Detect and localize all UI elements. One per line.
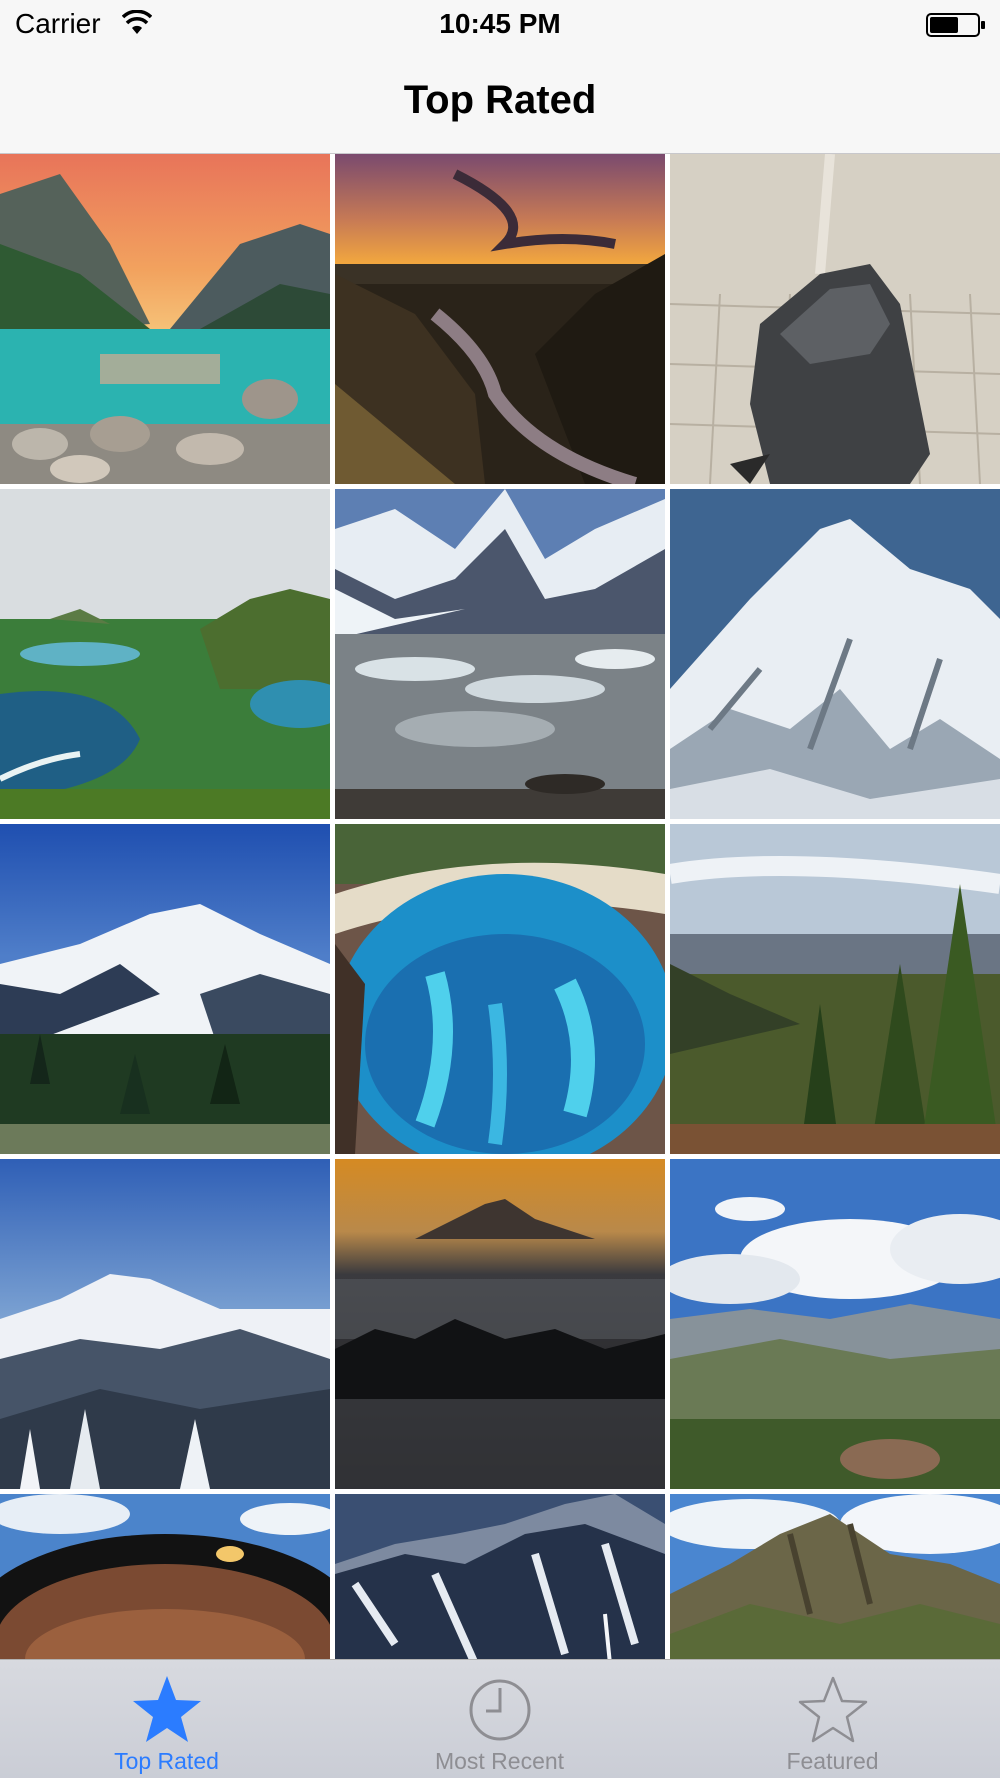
tab-top-rated[interactable]: Top Rated	[0, 1660, 333, 1778]
battery-icon	[926, 13, 985, 37]
photo-image	[335, 1494, 665, 1659]
photo-image	[335, 489, 665, 819]
photo-tile[interactable]	[670, 824, 1000, 1154]
photo-image	[670, 1159, 1000, 1489]
star-outline-icon	[798, 1676, 867, 1743]
tab-most-recent[interactable]: Most Recent	[333, 1660, 666, 1778]
photo-tile[interactable]	[335, 154, 665, 484]
photo-tile[interactable]	[670, 154, 1000, 484]
tab-label: Featured	[786, 1748, 879, 1774]
photo-image	[0, 489, 330, 819]
tab-label: Most Recent	[434, 1748, 565, 1774]
top-bar: Carrier 10:45 PM Top Rated	[0, 0, 1000, 154]
photo-grid	[0, 154, 1000, 1659]
photo-tile[interactable]	[335, 489, 665, 819]
photo-image	[335, 1159, 665, 1489]
tab-bar: Top Rated Most Recent Featured	[0, 1659, 1000, 1778]
photo-image	[0, 1494, 330, 1659]
photo-image	[335, 154, 665, 484]
photo-image	[670, 824, 1000, 1154]
photo-tile[interactable]	[670, 489, 1000, 819]
photo-tile[interactable]	[335, 824, 665, 1154]
app-screen: Carrier 10:45 PM Top Rated Top Rated Mos…	[0, 0, 1000, 1778]
photo-image	[670, 489, 1000, 819]
photo-image	[335, 824, 665, 1154]
photo-tile[interactable]	[335, 1494, 665, 1659]
photo-tile[interactable]	[0, 1159, 330, 1489]
photo-image	[0, 1159, 330, 1489]
star-filled-icon	[132, 1676, 201, 1742]
photo-tile[interactable]	[0, 824, 330, 1154]
photo-image	[0, 154, 330, 484]
photo-tile[interactable]	[0, 154, 330, 484]
tab-label: Top Rated	[114, 1748, 219, 1774]
photo-image	[0, 824, 330, 1154]
photo-tile[interactable]	[670, 1159, 1000, 1489]
photo-tile[interactable]	[335, 1159, 665, 1489]
page-title: Top Rated	[403, 78, 597, 122]
photo-tile[interactable]	[0, 1494, 330, 1659]
photo-image	[670, 1494, 1000, 1659]
photo-image	[670, 154, 1000, 484]
status-time: 10:45 PM	[439, 8, 561, 39]
clock-icon	[469, 1679, 530, 1741]
tab-featured[interactable]: Featured	[666, 1660, 999, 1778]
photo-tile[interactable]	[670, 1494, 1000, 1659]
photo-tile[interactable]	[0, 489, 330, 819]
status-bar: Carrier 10:45 PM	[0, 0, 1000, 50]
